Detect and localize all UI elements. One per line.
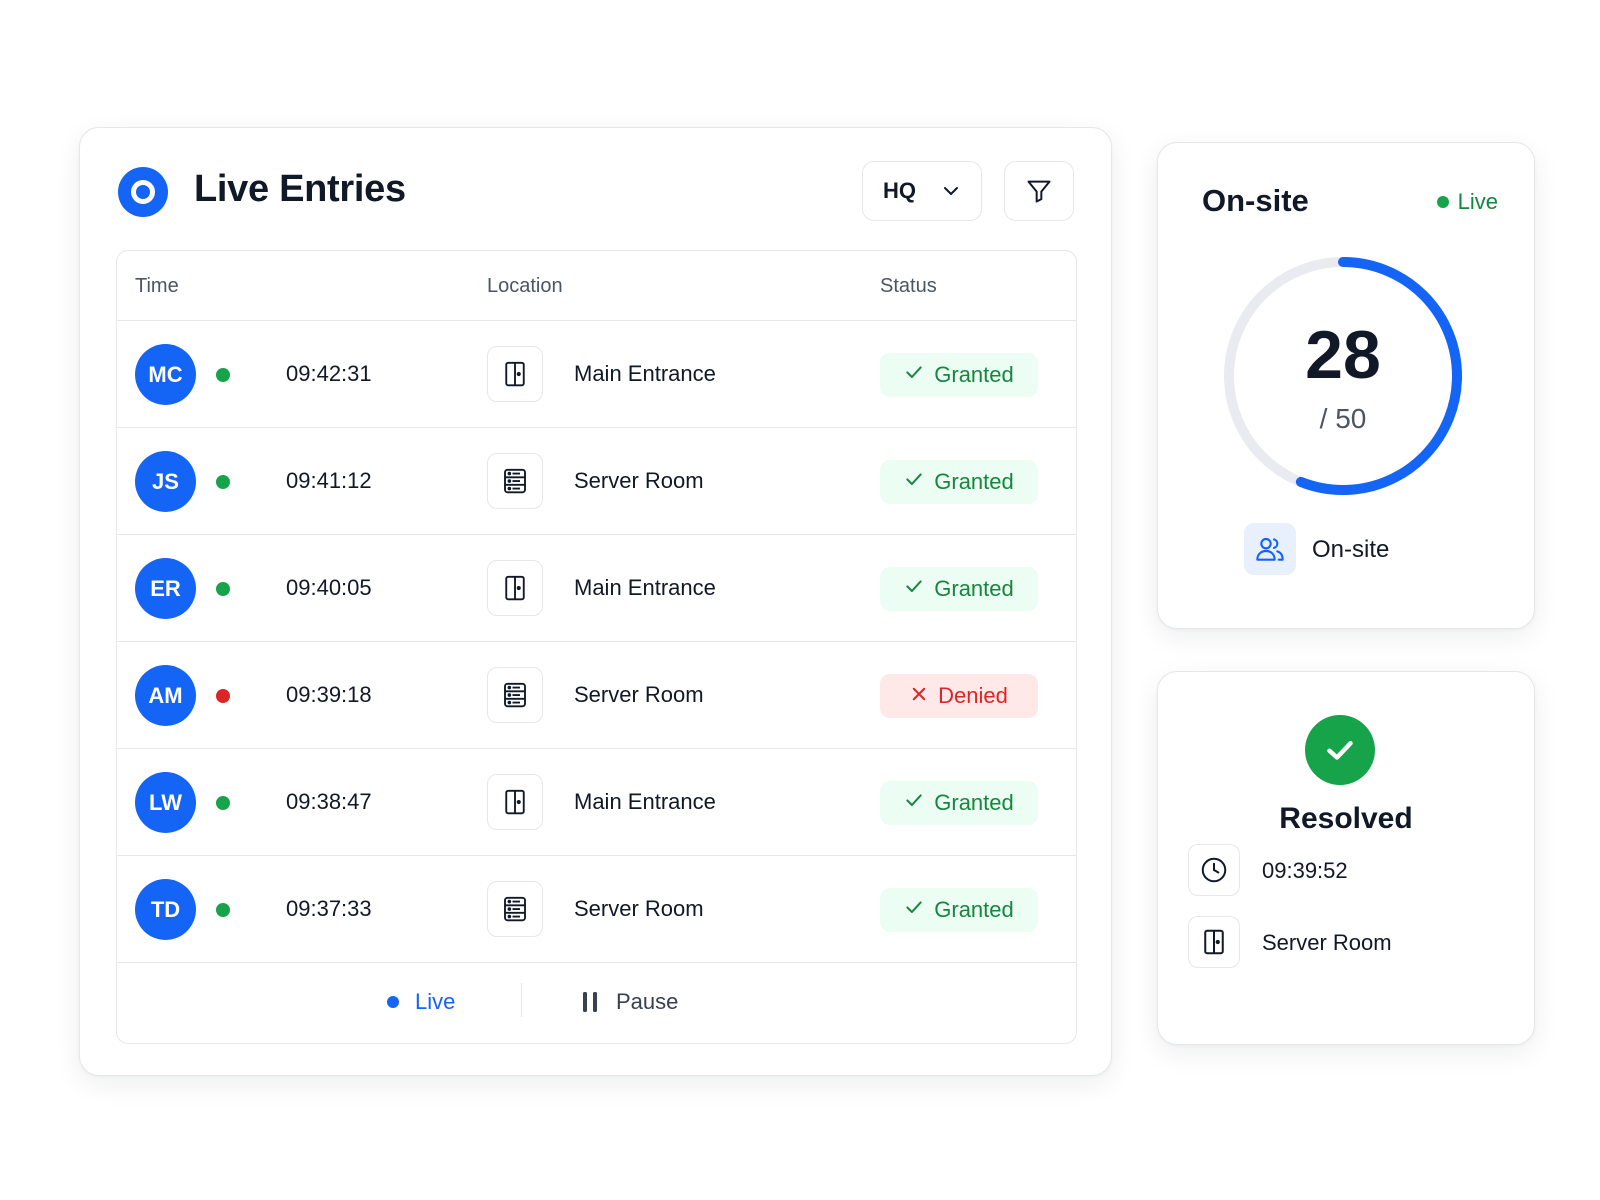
- presence-dot-icon: [216, 796, 230, 810]
- column-header-status: Status: [880, 275, 937, 297]
- column-header-location: Location: [487, 275, 563, 297]
- status-badge: Denied: [880, 674, 1038, 718]
- avatar-initials: JS: [152, 468, 179, 494]
- status-label: Granted: [934, 897, 1014, 922]
- site-select[interactable]: HQ: [862, 161, 982, 221]
- live-status-label: Live: [1457, 189, 1498, 214]
- status-label: Granted: [934, 469, 1014, 494]
- chevron-down-icon: [944, 187, 958, 195]
- entry-location: Server Room: [574, 896, 704, 921]
- status-badge: Granted: [880, 460, 1038, 504]
- table-row[interactable]: LW 09:38:47 Main Entrance Granted: [117, 749, 1076, 856]
- entry-time: 09:42:31: [286, 361, 372, 386]
- check-icon: [904, 469, 924, 495]
- x-icon: [910, 683, 928, 709]
- entry-location: Server Room: [574, 468, 704, 493]
- entry-time: 09:41:12: [286, 468, 372, 493]
- door-icon: [1188, 916, 1240, 968]
- entry-location: Main Entrance: [574, 575, 716, 600]
- status-badge: Granted: [880, 567, 1038, 611]
- status-badge: Granted: [880, 781, 1038, 825]
- avatar-initials: ER: [150, 575, 181, 601]
- table-header: Time Location Status: [117, 251, 1076, 321]
- live-entries-title: Live Entries: [194, 168, 406, 210]
- live-toggle[interactable]: Live: [387, 989, 455, 1015]
- table-row[interactable]: ER 09:40:05 Main Entrance Granted: [117, 535, 1076, 642]
- presence-dot-icon: [216, 368, 230, 382]
- resolved-card: Resolved 09:39:52 Server Room: [1157, 671, 1535, 1045]
- live-entries-logo-icon: [118, 167, 168, 217]
- live-entries-card: Live Entries HQ Time Location Status MC …: [79, 127, 1112, 1076]
- entry-location: Server Room: [574, 682, 704, 707]
- table-row[interactable]: JS 09:41:12 Server Room Granted: [117, 428, 1076, 535]
- onsite-title: On-site: [1202, 183, 1309, 218]
- presence-dot-icon: [216, 689, 230, 703]
- footer-divider: [521, 983, 522, 1017]
- server-icon: [487, 667, 543, 723]
- site-select-value: HQ: [883, 178, 916, 203]
- entry-time: 09:39:18: [286, 682, 372, 707]
- filter-button[interactable]: [1004, 161, 1074, 221]
- door-icon: [487, 346, 543, 402]
- live-dot-icon: [387, 996, 399, 1008]
- onsite-capacity: / 50: [1319, 403, 1367, 434]
- server-icon: [487, 453, 543, 509]
- check-icon: [904, 576, 924, 602]
- pause-button-label: Pause: [616, 989, 679, 1014]
- avatar: TD: [135, 879, 196, 940]
- pause-button[interactable]: Pause: [580, 989, 678, 1015]
- table-row[interactable]: AM 09:39:18 Server Room Denied: [117, 642, 1076, 749]
- avatar-initials: LW: [149, 789, 182, 815]
- status-badge: Granted: [880, 353, 1038, 397]
- check-icon: [904, 790, 924, 816]
- entry-time: 09:37:33: [286, 896, 372, 921]
- check-icon: [904, 362, 924, 388]
- presence-dot-icon: [216, 903, 230, 917]
- onsite-label: On-site: [1312, 536, 1390, 563]
- presence-dot-icon: [216, 475, 230, 489]
- live-toggle-label: Live: [415, 989, 456, 1014]
- server-icon: [487, 881, 543, 937]
- avatar-initials: AM: [148, 682, 183, 708]
- avatar: LW: [135, 772, 196, 833]
- check-circle-icon: [1305, 715, 1375, 785]
- avatar-initials: MC: [148, 361, 183, 387]
- filter-icon: [1027, 180, 1051, 203]
- live-dot-icon: [1436, 196, 1449, 208]
- resolved-location: Server Room: [1262, 930, 1392, 955]
- resolved-time: 09:39:52: [1262, 858, 1348, 883]
- entry-location: Main Entrance: [574, 361, 716, 386]
- entry-location: Main Entrance: [574, 789, 716, 814]
- resolved-title: Resolved: [1279, 802, 1413, 835]
- entries-table: Time Location Status MC 09:42:31 Main En…: [116, 250, 1077, 1044]
- avatar-initials: TD: [150, 896, 181, 922]
- status-label: Granted: [934, 790, 1014, 815]
- table-row[interactable]: TD 09:37:33 Server Room Granted: [117, 856, 1076, 963]
- users-icon: [1244, 523, 1296, 575]
- table-footer: Live Pause: [117, 963, 1076, 1043]
- entry-time: 09:38:47: [286, 789, 372, 814]
- status-label: Denied: [938, 683, 1008, 708]
- door-icon: [487, 560, 543, 616]
- pause-icon: [583, 992, 597, 1012]
- status-label: Granted: [934, 576, 1014, 601]
- presence-dot-icon: [216, 582, 230, 596]
- door-icon: [487, 774, 543, 830]
- status-badge: Granted: [880, 888, 1038, 932]
- column-header-time: Time: [135, 275, 179, 297]
- table-row[interactable]: MC 09:42:31 Main Entrance Granted: [117, 321, 1076, 428]
- live-status-badge: Live: [1436, 189, 1498, 215]
- onsite-count: 28: [1305, 317, 1381, 393]
- check-icon: [904, 897, 924, 923]
- onsite-card: On-site Live 28 / 50 On-site: [1157, 142, 1535, 629]
- avatar: AM: [135, 665, 196, 726]
- avatar: ER: [135, 558, 196, 619]
- status-label: Granted: [934, 362, 1014, 387]
- avatar: MC: [135, 344, 196, 405]
- clock-icon: [1188, 844, 1240, 896]
- entry-time: 09:40:05: [286, 575, 372, 600]
- avatar: JS: [135, 451, 196, 512]
